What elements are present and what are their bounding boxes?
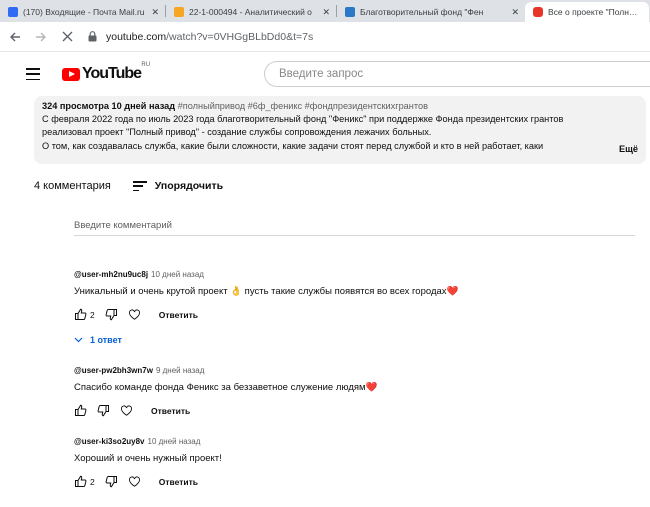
stop-button[interactable] xyxy=(56,26,78,48)
description-line: О том, как создавалась служба, какие был… xyxy=(42,140,544,151)
comment-header: @user-pw2bh3wn7w 9 дней назад xyxy=(74,366,634,375)
heart-icon[interactable] xyxy=(128,475,141,488)
browser-tab-strip: (170) Входящие - Почта Mail.ru ✕ 22-1-00… xyxy=(0,0,650,22)
tab-title: Все о проекте "Полный п xyxy=(548,7,643,17)
address-bar[interactable]: youtube.com/watch?v=0VHGgBLbDd0&t=7s xyxy=(86,25,646,48)
reply-button[interactable]: Ответить xyxy=(159,310,198,320)
tab-fund[interactable]: Благотворительный фонд "Фен ✕ xyxy=(337,2,525,22)
dislike-icon[interactable] xyxy=(97,404,110,417)
close-icon[interactable]: ✕ xyxy=(322,7,330,18)
region-label: RU xyxy=(141,62,151,68)
comment-actions: 2 Ответить xyxy=(74,308,634,321)
reply-button[interactable]: Ответить xyxy=(159,477,198,487)
comment: @user-ki3so2uy8v 10 дней назад Хороший и … xyxy=(74,437,634,488)
heart-icon[interactable] xyxy=(128,308,141,321)
back-button[interactable] xyxy=(4,26,26,48)
search-input[interactable]: Введите запрос xyxy=(264,61,650,87)
comment-header: @user-ki3so2uy8v 10 дней назад xyxy=(74,437,634,446)
comment-time[interactable]: 9 дней назад xyxy=(156,366,204,375)
video-description[interactable]: 324 просмотра 10 дней назад #полныйприво… xyxy=(34,96,646,164)
show-replies-button[interactable]: 1 ответ xyxy=(74,335,634,345)
close-icon xyxy=(62,31,72,42)
youtube-icon xyxy=(533,7,543,17)
url-path: /watch?v=0VHGgBLbDd0&t=7s xyxy=(166,30,314,43)
comment-text: Спасибо команде фонда Феникс за беззавет… xyxy=(74,382,378,393)
like-icon[interactable] xyxy=(74,404,87,417)
browser-toolbar: youtube.com/watch?v=0VHGgBLbDd0&t=7s xyxy=(0,22,650,52)
description-line: реализовал проект "Полный привод" - созд… xyxy=(42,127,432,138)
like-count: 2 xyxy=(90,476,95,487)
dislike-icon[interactable] xyxy=(105,308,118,321)
sort-label: Упорядочить xyxy=(154,180,224,192)
play-icon xyxy=(62,67,80,81)
arrow-right-icon xyxy=(36,32,46,41)
comment-time[interactable]: 10 дней назад xyxy=(148,437,201,446)
forward-button[interactable] xyxy=(30,26,52,48)
lock-icon xyxy=(86,31,98,43)
like-icon[interactable] xyxy=(74,308,87,321)
add-comment-input[interactable]: Введите комментарий xyxy=(74,216,635,236)
tab-title: (170) Входящие - Почта Mail.ru xyxy=(23,7,145,17)
comment-text: Уникальный и очень крутой проект 👌 пусть… xyxy=(74,286,459,297)
comment-author[interactable]: @user-ki3so2uy8v xyxy=(74,437,145,446)
replies-count: 1 ответ xyxy=(90,335,122,345)
comment-header: @user-mh2nu9uc8j 10 дней назад xyxy=(74,270,634,279)
youtube-logo[interactable]: YouTube RU xyxy=(62,62,150,83)
heart-icon[interactable] xyxy=(120,404,133,417)
logo-text: YouTube xyxy=(82,65,142,82)
tab-title: 22-1-000494 - Аналитический о xyxy=(189,7,312,17)
hashtags[interactable]: #полныйпривод #6ф_феникс #фондпрезидентс… xyxy=(178,101,428,111)
close-icon[interactable]: ✕ xyxy=(151,7,159,18)
comment: @user-pw2bh3wn7w 9 дней назад Спасибо ком… xyxy=(74,366,634,417)
arrow-left-icon xyxy=(10,32,20,41)
document-icon xyxy=(174,7,184,17)
comment-time[interactable]: 10 дней назад xyxy=(151,270,204,279)
show-more-button[interactable]: Ещё xyxy=(615,142,638,156)
description-meta-line: 324 просмотра 10 дней назад #полныйприво… xyxy=(42,100,638,113)
menu-icon[interactable] xyxy=(26,68,40,80)
mail-icon xyxy=(8,7,18,17)
url-host: youtube.com xyxy=(106,30,167,43)
tab-youtube-active[interactable]: Все о проекте "Полный п xyxy=(525,2,649,22)
comments-header: 4 комментария Упорядочить xyxy=(34,180,223,192)
description-line: С февраля 2022 года по июль 2023 года бл… xyxy=(42,114,564,125)
vk-icon xyxy=(345,7,355,17)
reply-button[interactable]: Ответить xyxy=(151,406,190,416)
sort-button[interactable]: Упорядочить xyxy=(132,180,224,192)
youtube-header: YouTube RU Введите запрос xyxy=(0,52,650,96)
comment-actions: 2 Ответить xyxy=(74,475,634,488)
like-icon[interactable] xyxy=(74,475,87,488)
like-count: 2 xyxy=(90,309,95,320)
comment-text: Хороший и очень нужный проект! xyxy=(74,453,222,464)
tab-title: Благотворительный фонд "Фен xyxy=(360,7,484,17)
comments-count: 4 комментария xyxy=(34,180,111,192)
close-icon[interactable]: ✕ xyxy=(511,7,519,18)
tab-analytics[interactable]: 22-1-000494 - Аналитический о ✕ xyxy=(166,2,336,22)
comment: @user-mh2nu9uc8j 10 дней назад Уникальный… xyxy=(74,270,634,345)
sort-icon xyxy=(132,181,147,191)
chevron-down-icon xyxy=(74,335,83,345)
tab-mail[interactable]: (170) Входящие - Почта Mail.ru ✕ xyxy=(0,2,165,22)
comment-actions: Ответить xyxy=(74,404,634,417)
comment-author[interactable]: @user-pw2bh3wn7w xyxy=(74,366,153,375)
comment-author[interactable]: @user-mh2nu9uc8j xyxy=(74,270,148,279)
views-and-date: 324 просмотра 10 дней назад xyxy=(42,101,176,111)
dislike-icon[interactable] xyxy=(105,475,118,488)
